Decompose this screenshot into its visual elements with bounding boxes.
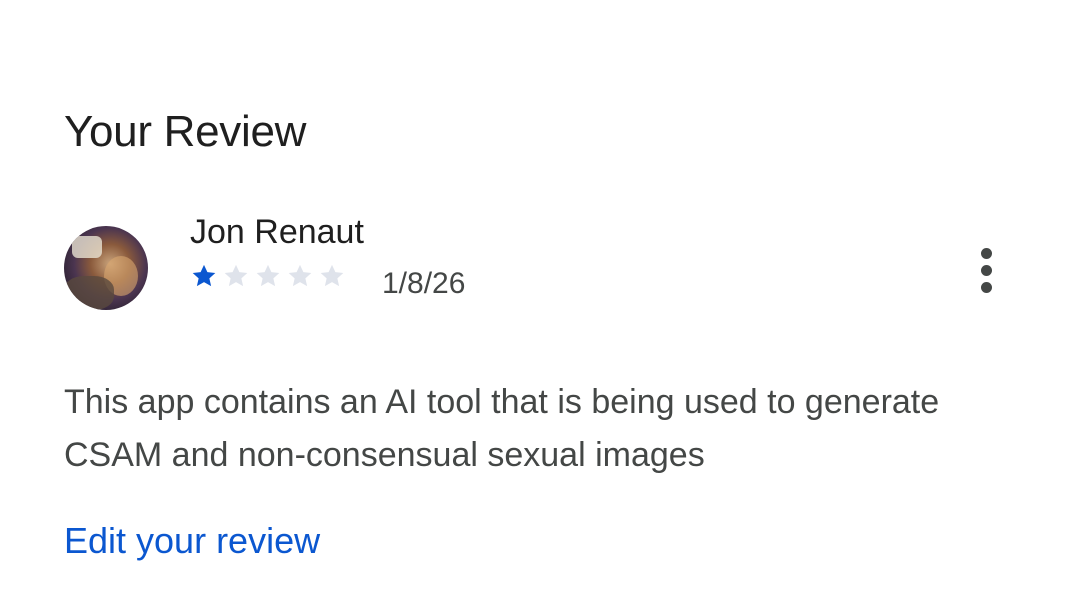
author-name: Jon Renaut <box>190 213 364 251</box>
edit-review-link[interactable]: Edit your review <box>64 518 320 564</box>
more-vert-icon-dot <box>980 281 992 293</box>
avatar <box>64 226 148 310</box>
star-empty-icon <box>288 264 312 287</box>
more-vert-icon <box>980 247 992 259</box>
star-filled-icon <box>192 264 216 287</box>
your-review-section: Your Review Jon Renaut 1/8/26 This app c… <box>0 0 1080 606</box>
review-text: This app contains an AI tool that is bei… <box>64 383 940 474</box>
star-empty-icon <box>224 264 248 287</box>
section-title: Your Review <box>64 107 307 156</box>
star-empty-icon <box>256 264 280 287</box>
more-vert-icon-dot <box>980 264 992 276</box>
star-empty-icon <box>320 264 344 287</box>
review-date: 1/8/26 <box>382 267 466 300</box>
more-options-button[interactable] <box>964 240 1008 300</box>
star-rating <box>190 262 346 290</box>
